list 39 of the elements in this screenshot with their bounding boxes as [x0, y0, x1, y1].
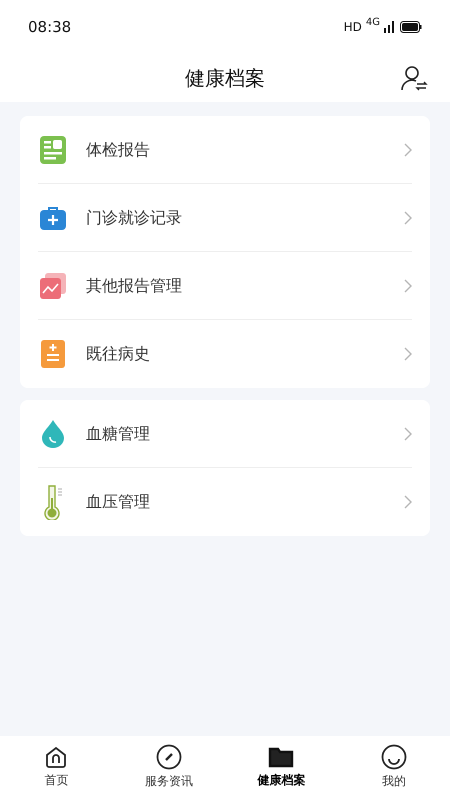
signal-label: 4G [366, 18, 380, 28]
battery-icon [400, 21, 422, 33]
water-drop-icon [41, 420, 65, 448]
chevron-right-icon [404, 142, 412, 156]
chevron-right-icon [404, 278, 412, 292]
status-time: 08:38 [28, 16, 72, 38]
tab[interactable]: 首页 [0, 745, 112, 789]
tab[interactable]: 我的 [338, 744, 450, 790]
menu-label: 血糖管理 [86, 422, 151, 444]
page-title: 健康档案 [185, 65, 265, 92]
folder-icon [268, 745, 294, 769]
user-switch-icon [400, 64, 428, 92]
menu-label: 既往病史 [86, 343, 151, 365]
thermometer-icon [42, 484, 64, 520]
home-icon [44, 745, 68, 769]
user-icon [380, 744, 407, 770]
menu-item[interactable]: 其他报告管理 [38, 252, 412, 320]
menu-item[interactable]: 既往病史 [38, 320, 412, 388]
chevron-right-icon [404, 347, 412, 361]
menu-label: 其他报告管理 [86, 274, 183, 296]
chart-icon [40, 272, 66, 298]
report-icon [40, 136, 66, 164]
gauge-icon [156, 744, 182, 770]
menu-item[interactable]: 血糖管理 [38, 400, 412, 468]
medical-kit-icon [40, 206, 66, 230]
menu-label: 血压管理 [86, 491, 151, 513]
menu-label: 门诊就诊记录 [86, 206, 183, 228]
tab[interactable]: 服务资讯 [112, 744, 225, 790]
signal-icon [384, 21, 396, 33]
chevron-right-icon [404, 426, 412, 440]
menu-item[interactable]: 门诊就诊记录 [38, 184, 412, 252]
tab[interactable]: 健康档案 [225, 745, 338, 789]
clipboard-icon [41, 340, 65, 368]
menu-label: 体检报告 [86, 138, 151, 160]
menu-item[interactable]: 体检报告 [38, 116, 412, 184]
chevron-right-icon [404, 210, 412, 224]
menu-item[interactable]: 血压管理 [38, 468, 412, 536]
chevron-right-icon [404, 495, 412, 509]
network-label: HD [344, 19, 362, 36]
